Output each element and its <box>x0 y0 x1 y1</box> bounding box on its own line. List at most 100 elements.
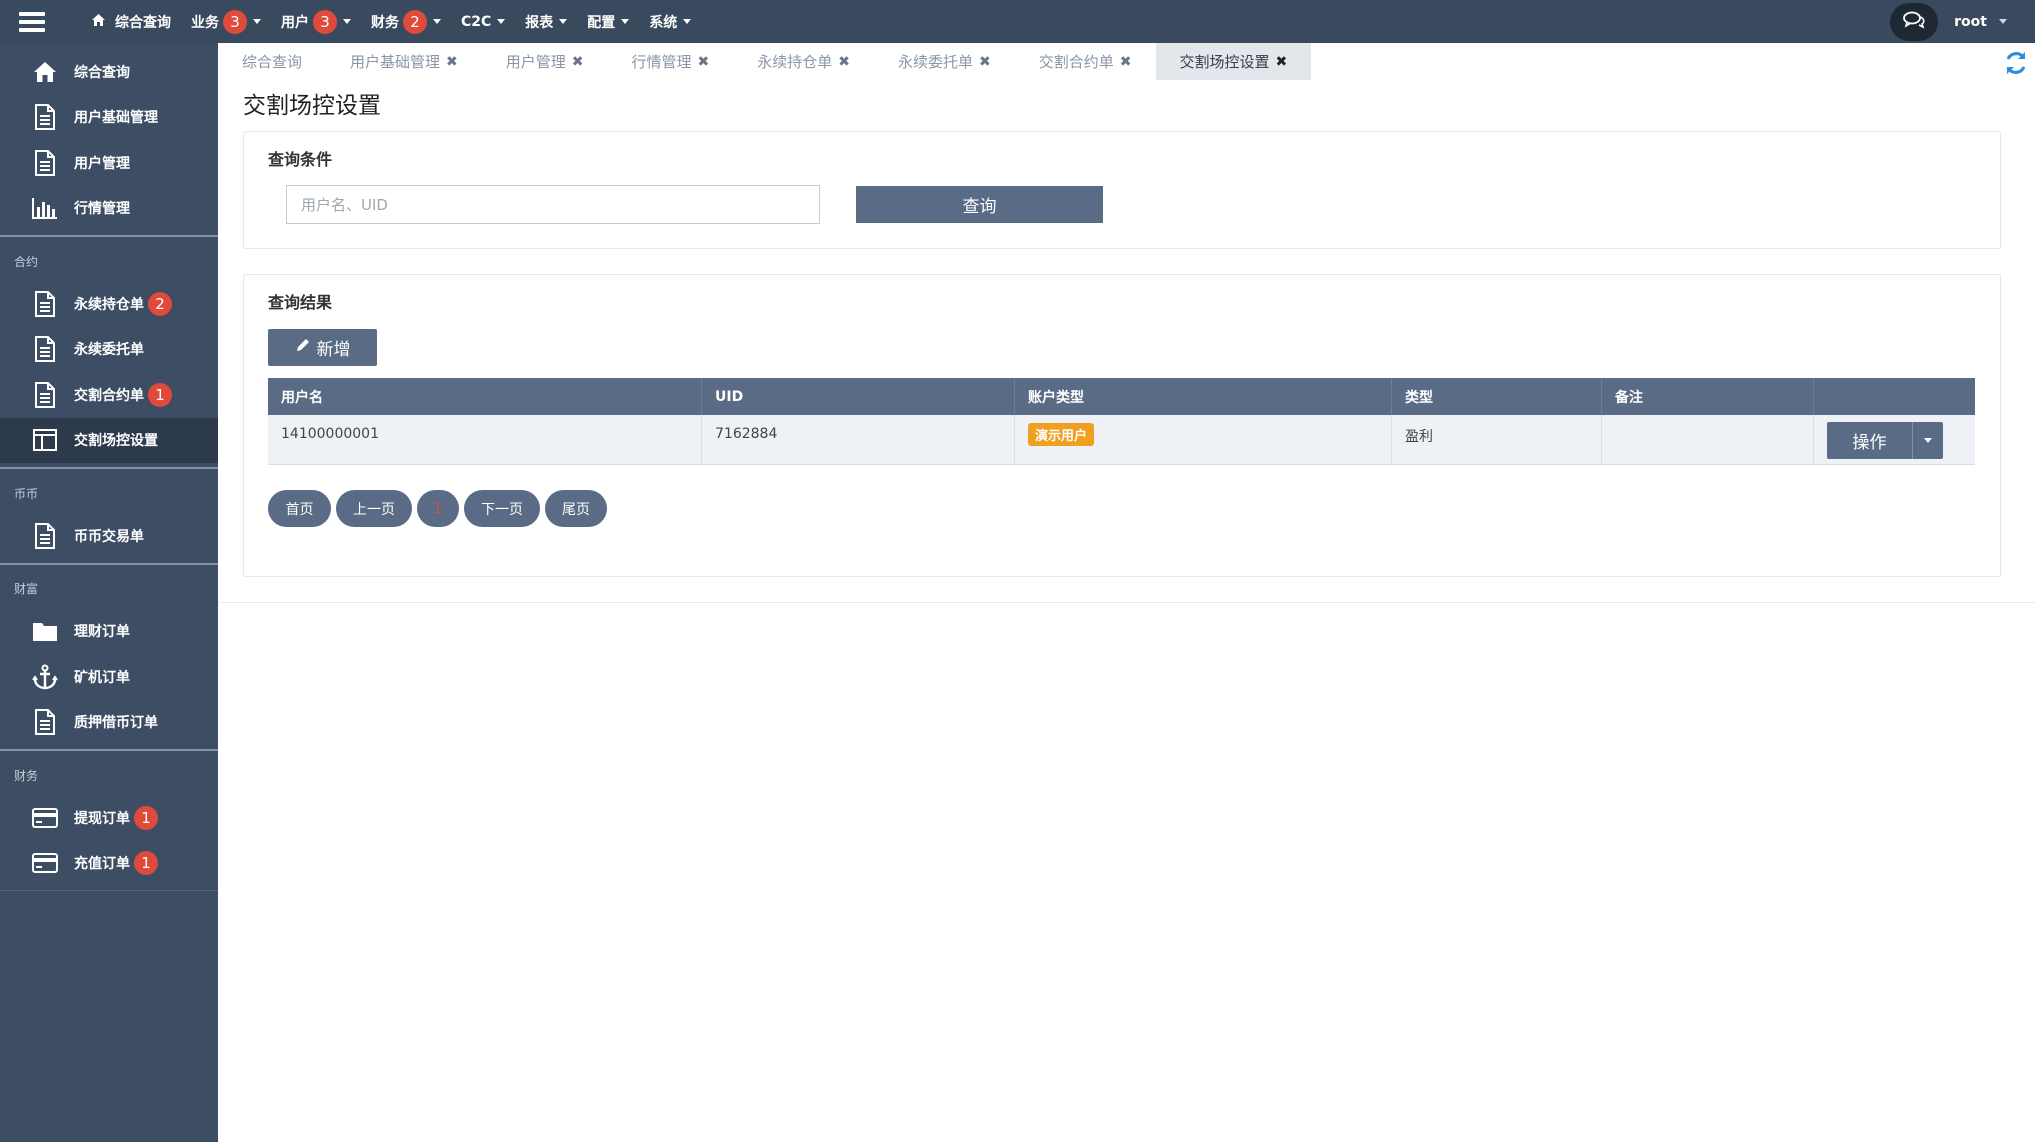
refresh-icon[interactable] <box>2003 50 2029 76</box>
sidebar-item-perpetual-orders[interactable]: 永续委托单 <box>0 327 218 373</box>
document-icon <box>32 709 58 736</box>
current-page-button[interactable]: 1 <box>417 490 459 527</box>
sidebar-item-withdraw-orders[interactable]: 提现订单 1 <box>0 795 218 841</box>
topnav-item-reports[interactable]: 报表 <box>525 0 568 43</box>
tab-overview[interactable]: 综合查询 <box>218 43 326 80</box>
caret-down-icon <box>621 19 630 24</box>
prev-page-button[interactable]: 上一页 <box>336 490 412 527</box>
add-button[interactable]: 新增 <box>268 329 377 366</box>
caret-down-icon <box>1924 438 1932 443</box>
tab-market[interactable]: 行情管理 ✖ <box>608 43 734 80</box>
topnav-label: 业务 <box>191 14 219 31</box>
caret-down-icon <box>683 19 692 24</box>
menu-toggle-button[interactable] <box>0 0 64 43</box>
topnav-label: C2C <box>461 13 492 30</box>
document-icon <box>32 149 58 176</box>
caret-down-icon <box>433 19 441 24</box>
sidebar-item-delivery-contracts[interactable]: 交割合约单 1 <box>0 372 218 418</box>
first-page-button[interactable]: 首页 <box>268 490 331 527</box>
close-icon[interactable]: ✖ <box>1276 54 1288 70</box>
operate-dropdown-toggle[interactable] <box>1912 422 1943 459</box>
credit-card-icon <box>32 850 58 876</box>
pencil-icon <box>295 337 317 358</box>
operate-button[interactable]: 操作 <box>1827 422 1912 459</box>
document-icon <box>32 522 58 549</box>
sidebar-divider <box>0 562 218 565</box>
cell-type: 盈利 <box>1392 415 1602 464</box>
count-badge: 3 <box>313 9 337 34</box>
sidebar-item-label: 充值订单 <box>74 856 130 873</box>
topnav-label: 配置 <box>587 14 616 31</box>
sidebar-item-pledge-loans[interactable]: 质押借币订单 <box>0 700 218 746</box>
close-icon[interactable]: ✖ <box>446 54 458 70</box>
topnav-item-overview[interactable]: 综合查询 <box>92 0 171 43</box>
cell-username: 14100000001 <box>268 415 702 464</box>
tab-user-basic[interactable]: 用户基础管理 ✖ <box>326 43 482 80</box>
tab-perpetual-orders[interactable]: 永续委托单 ✖ <box>874 43 1015 80</box>
sidebar-item-deposit-orders[interactable]: 充值订单 1 <box>0 841 218 887</box>
username-label: root <box>1954 13 1987 30</box>
tab-perpetual-positions[interactable]: 永续持仓单 ✖ <box>733 43 874 80</box>
sidebar-item-label: 综合查询 <box>74 64 130 81</box>
page-title: 交割场控设置 <box>243 93 381 119</box>
close-icon[interactable]: ✖ <box>838 54 850 70</box>
next-page-button[interactable]: 下一页 <box>464 490 540 527</box>
sidebar-item-wealth-orders[interactable]: 理财订单 <box>0 609 218 655</box>
sidebar-item-label: 提现订单 <box>74 810 130 827</box>
count-badge: 2 <box>148 291 172 316</box>
topnav-item-system[interactable]: 系统 <box>649 0 692 43</box>
topnav-label: 系统 <box>649 14 678 31</box>
sidebar-section-header: 币币 <box>14 486 39 501</box>
sidebar-item-market[interactable]: 行情管理 <box>0 186 218 232</box>
query-button[interactable]: 查询 <box>856 186 1103 223</box>
tab-delivery-contracts[interactable]: 交割合约单 ✖ <box>1015 43 1156 80</box>
sidebar-item-label: 矿机订单 <box>74 669 130 686</box>
close-icon[interactable]: ✖ <box>698 54 710 70</box>
top-right-area: root <box>1890 0 2035 43</box>
sidebar-item-label: 币币交易单 <box>74 528 144 545</box>
count-badge: 3 <box>223 9 247 34</box>
last-page-button[interactable]: 尾页 <box>545 490 607 527</box>
count-badge: 2 <box>403 9 427 34</box>
search-input[interactable] <box>286 185 820 224</box>
top-nav-menu: 综合查询 业务 3 用户 3 财务 2 C2C 报表 配置 系统 <box>92 0 711 43</box>
cell-uid: 7162884 <box>702 415 1015 464</box>
sidebar-item-user-basic[interactable]: 用户基础管理 <box>0 95 218 141</box>
sidebar: 综合查询 用户基础管理 用户管理 行情管理 合约 永续持仓单 2 永续委托单 交… <box>0 43 218 1142</box>
user-menu[interactable]: root <box>1954 14 2007 30</box>
tab-label: 交割场控设置 <box>1179 53 1270 71</box>
topnav-item-finance[interactable]: 财务 2 <box>371 0 441 43</box>
cell-account-type: 演示用户 <box>1015 415 1392 464</box>
sidebar-item-miner-orders[interactable]: 矿机订单 <box>0 654 218 700</box>
content-divider <box>218 602 2035 603</box>
caret-down-icon <box>253 19 261 24</box>
chat-button[interactable] <box>1890 2 1939 41</box>
count-badge: 1 <box>134 805 158 830</box>
topnav-item-users[interactable]: 用户 3 <box>281 0 351 43</box>
credit-card-icon <box>32 805 58 831</box>
sidebar-item-delivery-control[interactable]: 交割场控设置 <box>0 417 218 463</box>
topnav-item-c2c[interactable]: C2C <box>461 0 506 43</box>
topnav-item-config[interactable]: 配置 <box>587 0 630 43</box>
count-badge: 1 <box>148 382 172 407</box>
topnav-item-business[interactable]: 业务 3 <box>191 0 261 43</box>
tab-delivery-control[interactable]: 交割场控设置 ✖ <box>1155 43 1312 80</box>
add-button-label: 新增 <box>316 340 351 359</box>
sidebar-divider <box>0 235 218 237</box>
sidebar-item-spot-trades[interactable]: 币币交易单 <box>0 513 218 559</box>
page-tabs: 综合查询 用户基础管理 ✖ 用户管理 ✖ 行情管理 ✖ 永续持仓单 ✖ 永续委托… <box>218 43 1312 80</box>
sidebar-item-user-manage[interactable]: 用户管理 <box>0 140 218 186</box>
column-header <box>1814 378 1975 415</box>
sidebar-item-label: 永续持仓单 <box>74 296 144 313</box>
sidebar-divider <box>0 890 218 891</box>
sidebar-item-overview[interactable]: 综合查询 <box>0 49 218 95</box>
column-header: 账户类型 <box>1015 378 1392 415</box>
close-icon[interactable]: ✖ <box>979 54 991 70</box>
account-type-tag: 演示用户 <box>1028 423 1095 446</box>
close-icon[interactable]: ✖ <box>1120 54 1132 70</box>
sidebar-item-perpetual-positions[interactable]: 永续持仓单 2 <box>0 281 218 327</box>
tab-user-manage[interactable]: 用户管理 ✖ <box>482 43 608 80</box>
tab-label: 用户基础管理 <box>350 53 441 71</box>
tab-label: 交割合约单 <box>1038 53 1114 71</box>
close-icon[interactable]: ✖ <box>572 54 584 70</box>
